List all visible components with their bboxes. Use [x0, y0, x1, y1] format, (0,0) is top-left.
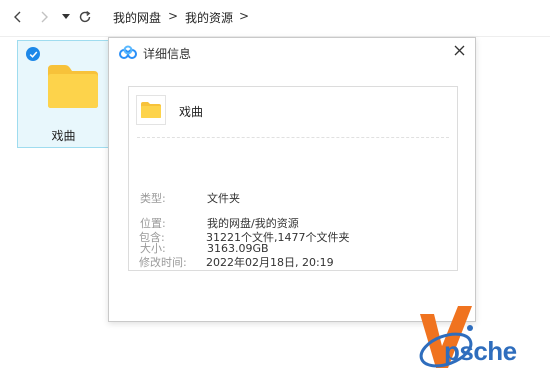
folder-icon	[141, 102, 161, 118]
detail-row-modified: 修改时间: 2022年02月18日, 20:19	[139, 254, 334, 270]
folder-icon	[48, 65, 98, 108]
close-icon	[454, 45, 464, 55]
detail-row-contains: 包含: 31221个文件,1477个文件夹	[139, 229, 349, 245]
detail-row-type: 类型: 文件夹	[140, 190, 240, 206]
selected-check-icon[interactable]	[26, 47, 40, 61]
folder-name: 戏曲	[51, 129, 76, 143]
detail-label: 类型:	[140, 192, 166, 205]
back-button[interactable]	[8, 7, 28, 27]
detail-label: 修改时间:	[139, 256, 187, 269]
breadcrumb-separator: >	[239, 9, 250, 23]
detail-value: 2022年02月18日, 20:19	[206, 256, 334, 269]
vpsche-watermark: psche	[412, 300, 550, 380]
dashed-divider	[137, 137, 449, 138]
detail-value: 文件夹	[207, 192, 240, 205]
refresh-button[interactable]	[75, 7, 95, 27]
close-button[interactable]	[451, 42, 467, 58]
dialog-title: 详细信息	[143, 47, 192, 61]
toolbar: 我的网盘 > 我的资源 >	[0, 0, 550, 34]
forward-button[interactable]	[34, 7, 54, 27]
refresh-icon	[79, 11, 91, 23]
file-thumbnail	[136, 95, 166, 125]
history-dropdown-button[interactable]	[56, 7, 76, 27]
file-name: 戏曲	[179, 105, 204, 119]
breadcrumb-separator: >	[168, 9, 179, 23]
breadcrumb-item-my-drive[interactable]: 我的网盘	[113, 9, 161, 26]
chevron-left-icon	[14, 11, 21, 23]
watermark-text: psche	[444, 336, 517, 366]
detail-label: 包含:	[139, 231, 165, 244]
detail-value: 31221个文件,1477个文件夹	[206, 231, 350, 244]
details-dialog: 详细信息 戏曲 类型: 文件夹 位置: 我的网盘/我的资源 大小: 3163.09GB…	[108, 37, 476, 322]
folder-tile[interactable]: 戏曲	[17, 40, 110, 148]
breadcrumb-item-my-resources[interactable]: 我的资源	[185, 9, 233, 26]
baidu-netdisk-logo-icon	[119, 45, 137, 59]
caret-down-icon	[62, 14, 70, 19]
chevron-right-icon	[41, 11, 48, 23]
